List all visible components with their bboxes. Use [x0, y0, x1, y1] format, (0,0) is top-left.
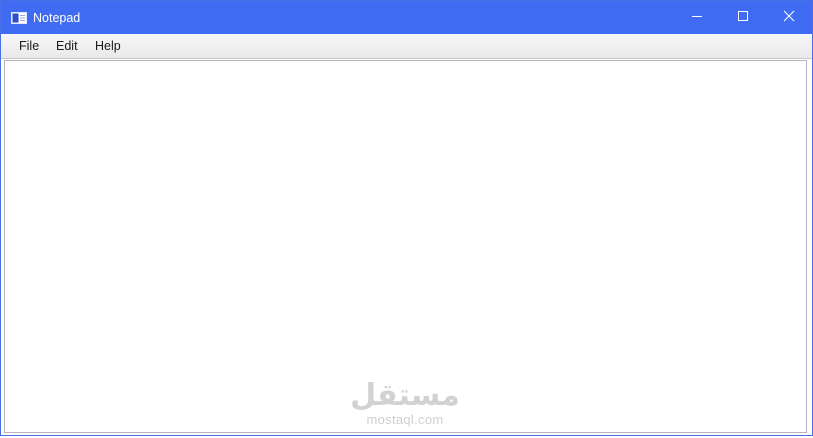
menu-help[interactable]: Help — [93, 39, 123, 54]
menu-bar: File Edit Help — [1, 34, 812, 59]
menu-edit[interactable]: Edit — [54, 39, 80, 54]
notepad-window: Notepad File Edit Help — [0, 0, 813, 436]
maximize-button[interactable] — [720, 1, 766, 34]
minimize-icon — [691, 9, 703, 27]
close-button[interactable] — [766, 1, 812, 34]
notepad-app-icon — [11, 11, 27, 24]
close-icon — [783, 9, 795, 27]
minimize-button[interactable] — [674, 1, 720, 34]
title-bar[interactable]: Notepad — [1, 1, 812, 34]
menu-file[interactable]: File — [17, 39, 41, 54]
text-editor[interactable] — [4, 60, 807, 433]
window-title: Notepad — [33, 11, 81, 25]
maximize-icon — [737, 9, 749, 27]
